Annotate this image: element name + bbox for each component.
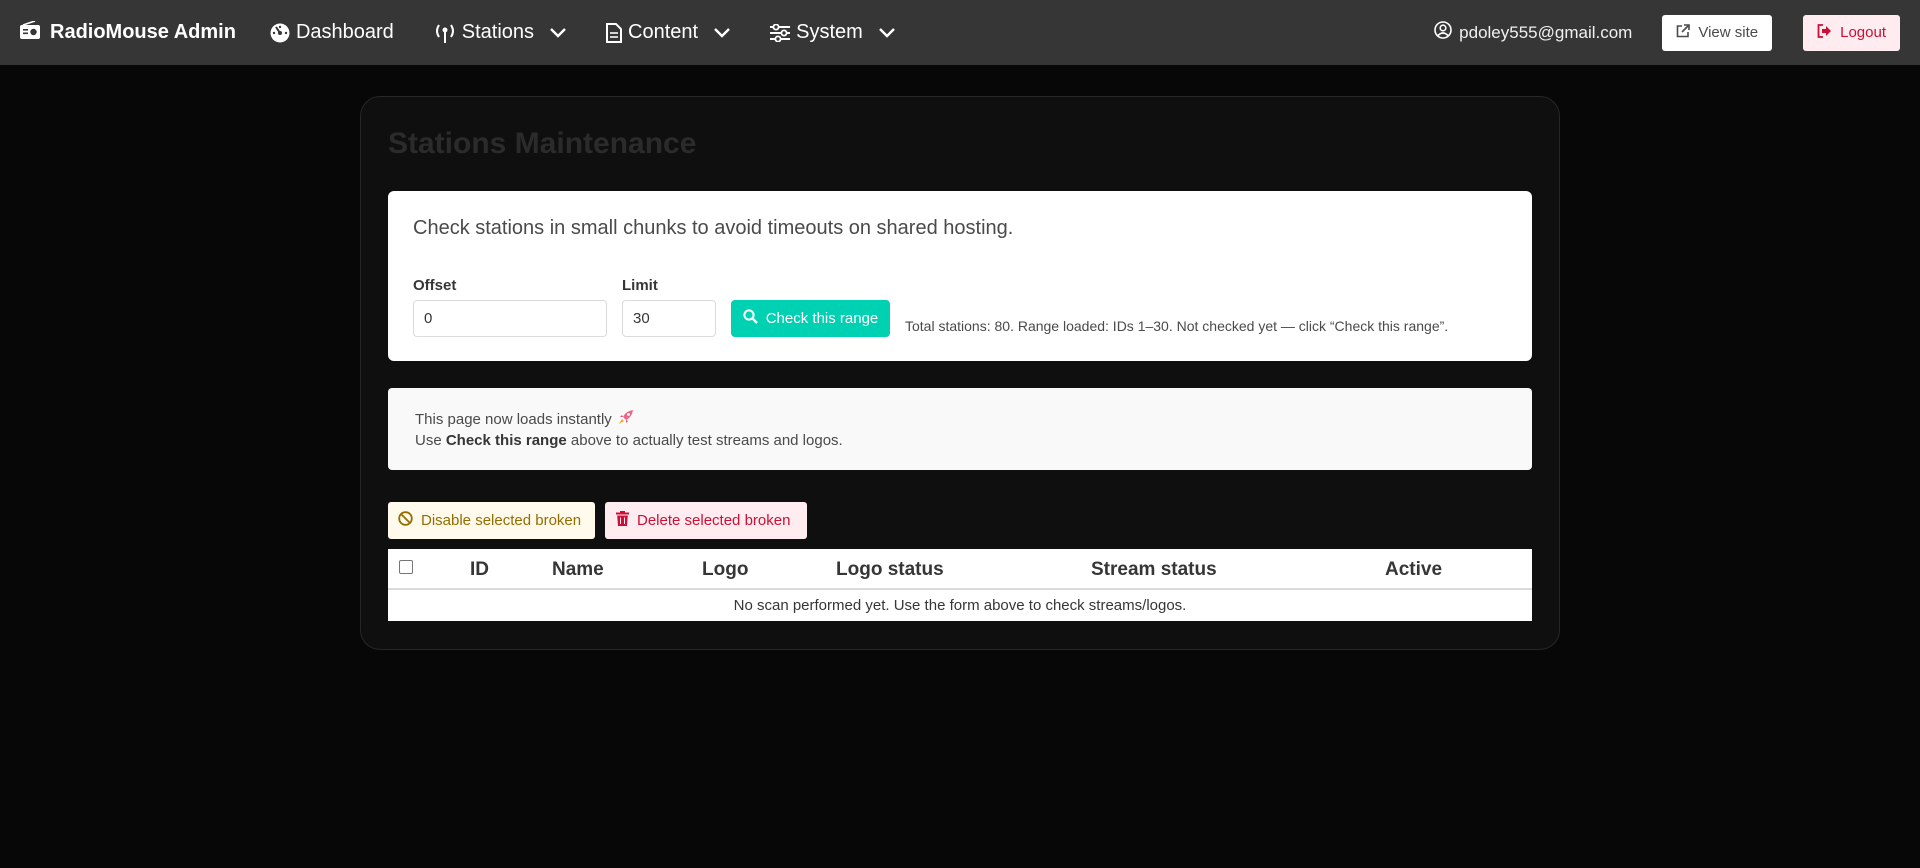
logout-button[interactable]: Logout [1803, 14, 1900, 51]
info-notice: This page now loads instantly Use Check … [388, 388, 1532, 470]
file-icon [606, 22, 623, 43]
select-all-checkbox[interactable] [399, 560, 413, 574]
user-menu[interactable]: pdoley555@gmail.com [1434, 21, 1632, 44]
chevron-down-icon [550, 27, 566, 38]
empty-table-message: No scan performed yet. Use the form abov… [733, 597, 1187, 614]
limit-label: Limit [622, 277, 658, 294]
check-range-label: Check this range [765, 310, 879, 327]
nav-content[interactable]: Content [606, 21, 730, 44]
user-circle-icon [1434, 21, 1452, 44]
page-title: Stations Maintenance [388, 127, 697, 160]
top-navbar: RadioMouse Admin Dashboard Stations Cont… [0, 0, 1920, 65]
external-link-icon [1676, 23, 1691, 42]
gauge-icon [270, 23, 290, 43]
user-email: pdoley555@gmail.com [1459, 22, 1633, 42]
column-header-active[interactable]: Active [1385, 559, 1442, 581]
broadcast-tower-icon [434, 23, 456, 43]
chevron-down-icon [878, 27, 895, 38]
search-icon [743, 309, 758, 328]
maintenance-panel: Stations Maintenance Check stations in s… [360, 96, 1560, 650]
column-header-stream-status[interactable]: Stream status [1091, 559, 1217, 581]
rocket-icon [618, 409, 634, 429]
column-header-name[interactable]: Name [552, 559, 604, 581]
range-form-card: Check stations in small chunks to avoid … [388, 191, 1532, 361]
column-header-id[interactable]: ID [470, 559, 489, 581]
check-range-button[interactable]: Check this range [731, 300, 890, 337]
notice-line-2-prefix: Use [415, 432, 446, 449]
offset-input[interactable] [413, 300, 607, 337]
chevron-down-icon [714, 27, 730, 38]
disable-broken-label: Disable selected broken [421, 512, 582, 529]
nav-system[interactable]: System [770, 21, 895, 44]
column-header-logo-status[interactable]: Logo status [836, 559, 944, 581]
range-summary: Total stations: 80. Range loaded: IDs 1–… [905, 318, 1449, 334]
brand[interactable]: RadioMouse Admin [20, 19, 236, 45]
logout-label: Logout [1840, 24, 1886, 41]
table-header: ID Name Logo Logo status Stream status A… [388, 549, 1532, 590]
sign-out-icon [1817, 23, 1832, 42]
range-form-description: Check stations in small chunks to avoid … [413, 217, 1014, 239]
view-site-label: View site [1698, 24, 1759, 41]
delete-broken-button[interactable]: Delete selected broken [605, 502, 807, 539]
notice-line-2-bold: Check this range [445, 432, 567, 449]
delete-broken-label: Delete selected broken [637, 512, 791, 529]
nav-dashboard[interactable]: Dashboard [270, 21, 394, 44]
nav-system-label: System [796, 21, 863, 43]
nav-right: pdoley555@gmail.com View site Logout [1434, 14, 1900, 51]
notice-line-2: Use Check this range above to actually t… [415, 432, 843, 449]
nav-stations-label: Stations [461, 21, 535, 43]
stations-table: ID Name Logo Logo status Stream status A… [388, 549, 1532, 621]
nav-content-label: Content [628, 21, 699, 43]
view-site-button[interactable]: View site [1662, 14, 1773, 51]
radio-icon [20, 19, 40, 45]
brand-label: RadioMouse Admin [50, 21, 236, 43]
nav-stations[interactable]: Stations [434, 21, 566, 44]
limit-input[interactable] [622, 300, 716, 337]
sliders-icon [770, 23, 791, 42]
column-header-logo[interactable]: Logo [702, 559, 748, 581]
notice-line-2-suffix: above to actually test streams and logos… [566, 432, 843, 449]
nav-dashboard-label: Dashboard [295, 21, 394, 43]
ban-icon [398, 511, 413, 530]
trash-icon [616, 511, 629, 530]
notice-line-1: This page now loads instantly [415, 409, 634, 429]
offset-label: Offset [413, 277, 457, 294]
disable-broken-button[interactable]: Disable selected broken [388, 502, 595, 539]
notice-line-1-text: This page now loads instantly [415, 410, 612, 428]
